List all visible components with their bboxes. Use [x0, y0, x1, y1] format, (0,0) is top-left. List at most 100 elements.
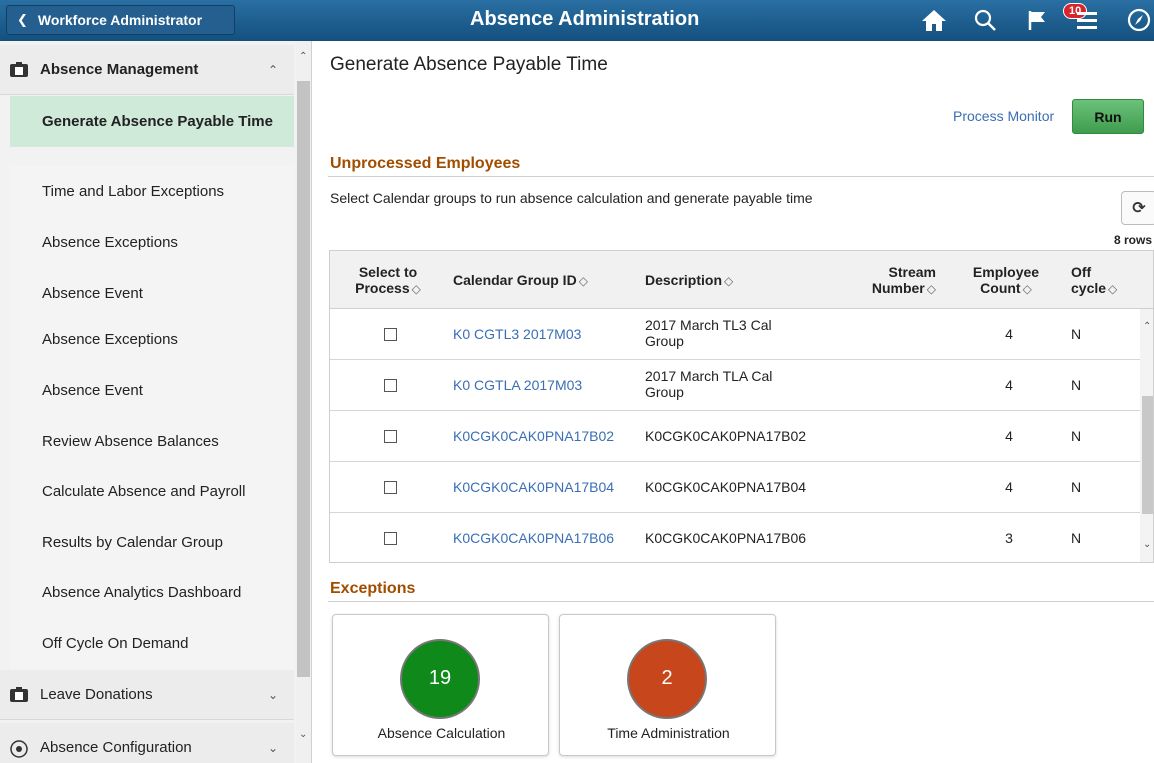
folder-icon	[10, 686, 28, 703]
sidebar-item-results-calendar-group[interactable]: Results by Calendar Group	[10, 517, 294, 568]
sidebar-item-absence-exceptions[interactable]: Absence Exceptions	[10, 217, 294, 268]
calendar-group-grid: Select to Process ◇ Calendar Group ID ◇ De…	[329, 250, 1154, 563]
col-label: Process	[355, 280, 410, 296]
sidebar-group-label: Leave Donations	[40, 686, 153, 703]
instructions-text: Select Calendar groups to run absence ca…	[330, 190, 813, 206]
select-checkbox[interactable]	[384, 430, 397, 443]
scroll-down-icon[interactable]: ⌄	[1143, 539, 1151, 550]
table-row: K0 CGTLA 2017M03 2017 March TLA Cal Grou…	[330, 360, 1140, 411]
search-icon[interactable]	[970, 6, 1000, 34]
col-off-cycle[interactable]: Off cycle ◇	[1071, 264, 1117, 297]
chevron-down-icon: ⌄	[268, 687, 279, 702]
sidebar-item-off-cycle-on-demand[interactable]: Off Cycle On Demand	[10, 618, 294, 669]
col-label: Number	[871, 280, 925, 296]
sidebar-item-absence-event-2[interactable]: Absence Event	[10, 365, 294, 416]
col-label: Description	[645, 272, 723, 288]
calendar-group-link[interactable]: K0CGK0CAK0PNA17B02	[453, 428, 614, 444]
row-count: 8 rows	[1114, 233, 1153, 247]
sidebar-item-absence-event[interactable]: Absence Event	[10, 268, 294, 319]
refresh-button[interactable]: ⟳	[1121, 191, 1154, 225]
flag-icon[interactable]	[1022, 6, 1052, 34]
off-cycle-cell: N	[1071, 479, 1082, 495]
col-calendar-group-id[interactable]: Calendar Group ID ◇	[453, 272, 588, 289]
employee-count-cell: 3	[1005, 530, 1013, 546]
sort-icon: ◇	[411, 282, 421, 296]
description-line: 2017 March TLA Cal	[645, 368, 773, 384]
off-cycle-cell: N	[1071, 428, 1082, 444]
top-bar: ❮ Workforce Administrator Absence Admini…	[0, 0, 1154, 41]
sidebar-item-generate-absence-payable-time[interactable]: Generate Absence Payable Time	[10, 96, 294, 147]
sidebar-group-label: Absence Configuration	[40, 739, 192, 756]
table-row: K0 CGTL3 2017M03 2017 March TL3 Cal Grou…	[330, 309, 1140, 360]
sidebar-group-leave-donations[interactable]: Leave Donations ⌄	[0, 670, 294, 720]
employee-count-cell: 4	[1005, 428, 1013, 444]
chevron-up-icon: ⌃	[268, 62, 279, 77]
description-cell: K0CGK0CAK0PNA17B02	[645, 428, 807, 444]
select-checkbox[interactable]	[384, 328, 397, 341]
sidebar-item-review-absence-balances[interactable]: Review Absence Balances	[10, 416, 294, 467]
col-label: Count	[980, 280, 1021, 296]
tile-label: Time Administration	[607, 725, 730, 741]
sidebar: Absence Management ⌃ Generate Absence Pa…	[0, 41, 312, 763]
col-stream-number[interactable]: Stream Number ◇	[866, 264, 936, 297]
col-employee-count[interactable]: Employee Count ◇	[966, 264, 1046, 297]
menu-icon[interactable]	[1072, 6, 1102, 34]
sort-icon: ◇	[926, 282, 936, 296]
exception-count-circle: 19	[400, 639, 480, 719]
col-select-to-process[interactable]: Select to Process ◇	[348, 264, 428, 297]
col-description[interactable]: Description ◇	[645, 272, 733, 289]
calendar-group-link[interactable]: K0 CGTL3 2017M03	[453, 326, 581, 342]
sidebar-item-time-labor-exceptions[interactable]: Time and Labor Exceptions	[10, 166, 294, 217]
scroll-down-icon[interactable]: ⌄	[299, 729, 307, 740]
run-button[interactable]: Run	[1072, 99, 1144, 134]
section-divider	[328, 176, 1154, 177]
description-cell: 2017 March TL3 Cal Group	[645, 317, 772, 349]
section-divider	[328, 601, 1154, 602]
tile-label: Absence Calculation	[377, 725, 506, 741]
scroll-up-icon[interactable]: ⌃	[299, 51, 307, 62]
col-label: cycle	[1071, 280, 1107, 296]
sort-icon: ◇	[578, 274, 588, 288]
off-cycle-cell: N	[1071, 326, 1082, 342]
tile-absence-calculation[interactable]: 19 Absence Calculation	[332, 614, 549, 756]
home-icon[interactable]	[918, 6, 950, 34]
sidebar-item-absence-analytics-dashboard[interactable]: Absence Analytics Dashboard	[10, 567, 294, 618]
off-cycle-cell: N	[1071, 530, 1082, 546]
sidebar-group-label: Absence Management	[40, 61, 199, 78]
grid-scroll-thumb[interactable]	[1142, 396, 1153, 514]
calendar-group-link[interactable]: K0CGK0CAK0PNA17B04	[453, 479, 614, 495]
description-cell: K0CGK0CAK0PNA17B04	[645, 479, 807, 495]
process-monitor-link[interactable]: Process Monitor	[953, 108, 1054, 124]
sidebar-group-absence-management[interactable]: Absence Management ⌃	[0, 45, 294, 95]
description-line: Group	[645, 384, 684, 400]
page-title: Generate Absence Payable Time	[330, 54, 608, 75]
table-row: K0CGK0CAK0PNA17B04 K0CGK0CAK0PNA17B04 4 …	[330, 462, 1140, 513]
compass-icon[interactable]	[1124, 6, 1154, 34]
select-checkbox[interactable]	[384, 379, 397, 392]
sort-icon: ◇	[1108, 282, 1118, 296]
calendar-group-link[interactable]: K0 CGTLA 2017M03	[453, 377, 582, 393]
scroll-up-icon[interactable]: ⌃	[1143, 321, 1151, 332]
employee-count-cell: 4	[1005, 377, 1013, 393]
select-checkbox[interactable]	[384, 532, 397, 545]
folder-icon	[10, 61, 28, 78]
exceptions-title: Exceptions	[330, 580, 416, 597]
sidebar-group-absence-configuration[interactable]: Absence Configuration ⌄	[0, 723, 294, 763]
description-cell: K0CGK0CAK0PNA17B06	[645, 530, 807, 546]
app-title: Absence Administration	[470, 8, 700, 30]
sidebar-item-absence-exceptions-2[interactable]: Absence Exceptions	[10, 314, 294, 365]
chevron-left-icon: ❮	[17, 12, 28, 27]
sidebar-item-calculate-absence-payroll[interactable]: Calculate Absence and Payroll	[10, 466, 294, 517]
sidebar-scroll-thumb[interactable]	[297, 81, 310, 677]
tile-time-administration[interactable]: 2 Time Administration	[559, 614, 776, 756]
grid-header: Select to Process ◇ Calendar Group ID ◇ De…	[330, 251, 1153, 309]
description-line: 2017 March TL3 Cal	[645, 317, 772, 333]
back-button[interactable]: ❮ Workforce Administrator	[6, 5, 235, 35]
off-cycle-cell: N	[1071, 377, 1082, 393]
select-checkbox[interactable]	[384, 481, 397, 494]
description-cell: 2017 March TLA Cal Group	[645, 368, 772, 400]
col-label: Select to	[358, 264, 418, 280]
col-label: Calendar Group ID	[453, 272, 577, 288]
col-label: Stream	[888, 264, 936, 280]
calendar-group-link[interactable]: K0CGK0CAK0PNA17B06	[453, 530, 614, 546]
